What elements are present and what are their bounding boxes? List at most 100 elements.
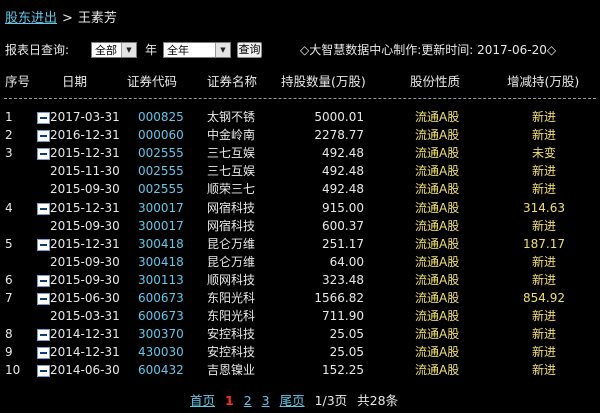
column-header-seq: 序号	[5, 74, 31, 89]
pager-first[interactable]: 首页	[190, 393, 215, 408]
table-row: 10 2014-06-30 600432 吉恩镍业 152.25 流通A股 新进	[0, 361, 600, 379]
breadcrumb: 股东进出 > 王素芳	[5, 7, 117, 26]
pager-page-1[interactable]: 1	[225, 393, 234, 408]
cell-qty: 251.17	[322, 236, 364, 251]
cell-date: 2014-12-31	[50, 345, 120, 360]
collapse-icon[interactable]	[37, 238, 50, 251]
collapse-icon[interactable]	[37, 274, 50, 287]
cell-code[interactable]: 300370	[138, 325, 184, 343]
cell-date: 2015-03-31	[50, 309, 120, 324]
cell-seq: 6	[5, 272, 13, 287]
cell-nature: 流通A股	[415, 218, 460, 233]
year-select[interactable]: 全年 ▼	[163, 42, 231, 58]
report-type-select[interactable]: 全部 ▼	[91, 42, 137, 58]
cell-date: 2017-03-31	[50, 110, 120, 124]
breadcrumb-separator: >	[62, 11, 73, 26]
cell-qty: 492.48	[322, 146, 364, 161]
report-type-select-value: 全部	[95, 44, 117, 57]
collapse-icon[interactable]	[37, 148, 50, 161]
collapse-icon[interactable]	[37, 365, 50, 378]
column-header-code: 证券代码	[127, 74, 178, 89]
cell-change: 新进	[531, 164, 556, 179]
cell-change: 314.63	[523, 200, 565, 215]
cell-nature: 流通A股	[415, 309, 460, 324]
cell-nature: 流通A股	[415, 254, 460, 269]
cell-code[interactable]: 002555	[138, 180, 184, 198]
cell-nature: 流通A股	[415, 236, 460, 251]
cell-qty: 323.48	[322, 272, 364, 287]
cell-nature: 流通A股	[415, 110, 460, 124]
cell-qty: 600.37	[322, 218, 364, 233]
pager-total: 共28条	[357, 393, 399, 408]
table-row: 1 2017-03-31 000825 太钢不锈 5000.01 流通A股 新进	[0, 108, 600, 126]
cell-change: 新进	[531, 309, 556, 324]
cell-change: 新进	[531, 254, 556, 269]
collapse-icon[interactable]	[37, 202, 50, 215]
breadcrumb-link-shareholder-moves[interactable]: 股东进出	[5, 11, 57, 26]
cell-code[interactable]: 300017	[138, 217, 184, 235]
table-row: 2015-03-31 600673 东阳光科 711.90 流通A股 新进	[0, 307, 600, 325]
cell-change: 187.17	[523, 236, 565, 251]
cell-code[interactable]: 002555	[138, 162, 184, 180]
cell-seq: 1	[5, 110, 13, 124]
table-row: 2015-09-30 002555 顺荣三七 492.48 流通A股 新进	[0, 180, 600, 198]
collapse-icon[interactable]	[37, 329, 50, 342]
collapse-icon[interactable]	[37, 347, 50, 360]
cell-nature: 流通A股	[415, 164, 460, 179]
cell-seq: 2	[5, 128, 13, 143]
cell-code[interactable]: 300113	[138, 271, 184, 289]
table-row: 9 2014-12-31 430030 安控科技 25.05 流通A股 新进	[0, 343, 600, 361]
cell-date: 2015-09-30	[50, 218, 120, 233]
table-row: 4 2015-12-31 300017 网宿科技 915.00 流通A股 314.63	[0, 199, 600, 217]
cell-qty: 5000.01	[314, 110, 364, 124]
cell-date: 2015-12-31	[50, 146, 120, 161]
cell-seq: 8	[5, 327, 13, 342]
cell-nature: 流通A股	[415, 291, 460, 305]
collapse-icon[interactable]	[37, 293, 50, 305]
cell-seq: 3	[5, 146, 13, 161]
cell-code[interactable]: 600673	[138, 289, 184, 307]
cell-name: 东阳光科	[207, 309, 256, 324]
pager-page-3[interactable]: 3	[262, 393, 270, 408]
cell-date: 2016-12-31	[50, 128, 120, 143]
table-row: 3 2015-12-31 002555 三七互娱 492.48 流通A股 未变	[0, 144, 600, 162]
pager-last[interactable]: 尾页	[280, 393, 305, 408]
cell-change: 新进	[531, 218, 556, 233]
data-center-update-info: ◇大智慧数据中心制作:更新时间: 2017-06-20◇	[300, 43, 557, 57]
cell-name: 网宿科技	[207, 200, 256, 215]
cell-qty: 492.48	[322, 182, 364, 197]
collapse-icon[interactable]	[37, 130, 50, 143]
cell-code[interactable]: 300418	[138, 235, 184, 253]
cell-name: 网宿科技	[207, 218, 256, 233]
cell-code[interactable]: 002555	[138, 144, 184, 162]
cell-name: 顺荣三七	[207, 182, 256, 197]
column-header-qty: 持股数量(万股)	[281, 74, 366, 89]
cell-code[interactable]: 300418	[138, 253, 184, 271]
cell-qty: 1566.82	[314, 291, 364, 305]
cell-code[interactable]: 000060	[138, 126, 184, 144]
cell-code[interactable]: 000825	[138, 108, 184, 126]
cell-qty: 2278.77	[314, 128, 364, 143]
cell-change: 854.92	[523, 291, 565, 305]
cell-code[interactable]: 600673	[138, 307, 184, 325]
cell-date: 2015-12-31	[50, 236, 120, 251]
cell-name: 昆仑万维	[207, 254, 256, 269]
collapse-icon[interactable]	[37, 112, 50, 124]
cell-code[interactable]: 430030	[138, 343, 184, 361]
cell-nature: 流通A股	[415, 327, 460, 342]
cell-date: 2014-12-31	[50, 327, 120, 342]
query-button[interactable]: 查询	[237, 42, 262, 58]
cell-name: 昆仑万维	[207, 236, 256, 251]
cell-date: 2015-09-30	[50, 272, 120, 287]
cell-code[interactable]: 600432	[138, 361, 184, 379]
pager-page-2[interactable]: 2	[244, 393, 252, 408]
column-header-name: 证券名称	[207, 74, 258, 89]
cell-nature: 流通A股	[415, 146, 460, 161]
filter-label: 报表日查询:	[5, 43, 70, 57]
cell-name: 安控科技	[207, 327, 256, 342]
chevron-down-icon: ▼	[215, 43, 230, 57]
cell-code[interactable]: 300017	[138, 199, 184, 217]
pager-page-info: 1/3页	[314, 393, 348, 408]
cell-date: 2015-11-30	[50, 164, 120, 179]
cell-qty: 152.25	[322, 363, 364, 378]
